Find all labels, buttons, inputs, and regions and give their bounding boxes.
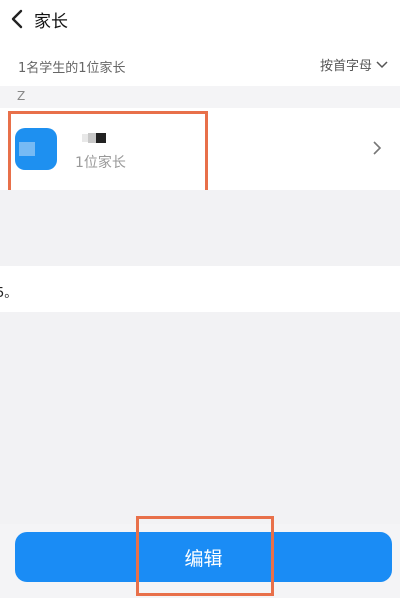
top-bar: 家长 <box>0 0 400 38</box>
parent-count-text: 1名学生的1位家长 <box>18 61 126 76</box>
empty-area <box>0 190 400 266</box>
highlight-box-edit-button <box>136 516 274 596</box>
sort-label: 按首字母 <box>319 59 372 74</box>
chevron-right-icon <box>373 141 382 155</box>
truncated-text: 5。 <box>0 286 18 301</box>
empty-area-lower <box>0 312 400 524</box>
section-header: Z <box>0 86 400 108</box>
chevron-left-icon <box>11 9 23 29</box>
highlight-box-list-item <box>8 111 208 198</box>
notice-band <box>0 266 400 312</box>
summary-row: 1名学生的1位家长 按首字母 <box>0 48 400 82</box>
sort-dropdown[interactable]: 按首字母 <box>320 55 388 74</box>
page-title: 家长 <box>34 12 68 32</box>
chevron-down-icon <box>376 60 388 68</box>
back-button[interactable] <box>4 4 30 34</box>
section-letter: Z <box>17 89 26 103</box>
